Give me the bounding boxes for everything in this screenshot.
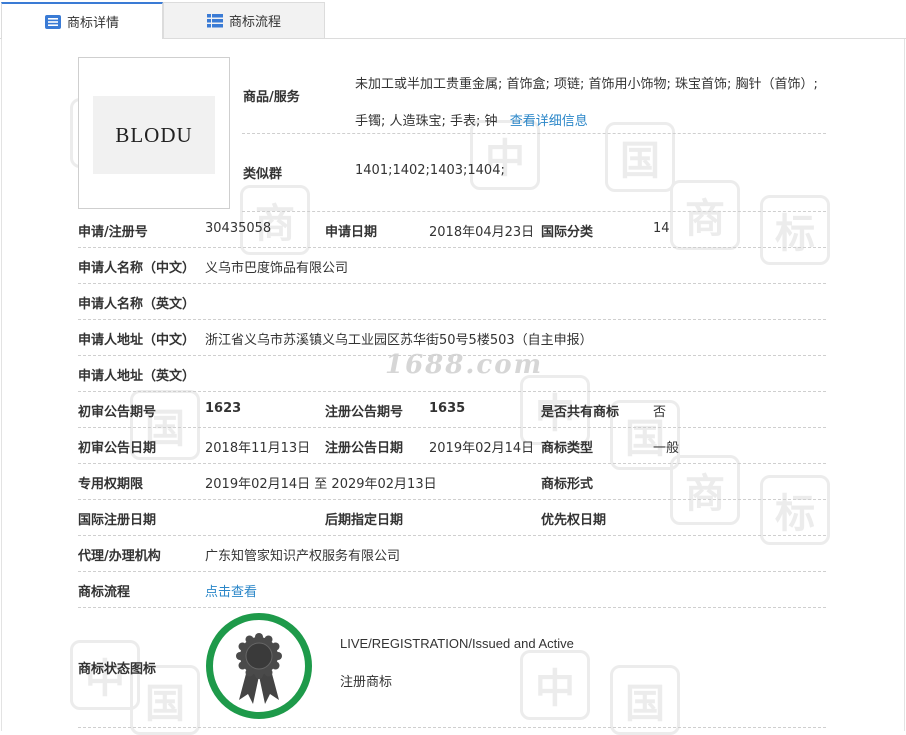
- apply-date-label: 申请日期: [325, 225, 378, 240]
- tab-label: 商标详情: [66, 16, 119, 31]
- process-view-link[interactable]: 点击查看: [205, 581, 257, 600]
- prelim-date-label: 初审公告日期: [78, 441, 157, 456]
- watermark-stamp: 商: [670, 455, 740, 525]
- goods-value: 未加工或半加工贵重金属; 首饰盒; 项链; 首饰用小饰物; 珠宝首饰; 胸针（首…: [355, 66, 825, 140]
- applicant-cn-label: 申请人名称（中文）: [78, 261, 196, 276]
- divider: [78, 319, 826, 320]
- prelim-date-value: 2018年11月13日: [205, 441, 311, 456]
- divider: [242, 133, 826, 134]
- watermark-stamp: 标: [760, 195, 830, 265]
- exclusive-value: 2019年02月14日 至 2029年02月13日: [205, 477, 437, 492]
- intl-class-value: 14: [653, 221, 670, 236]
- goods-label: 商品/服务: [243, 90, 300, 105]
- trademark-image: BLODU: [78, 57, 230, 209]
- divider: [78, 571, 826, 572]
- grid-list-icon: [206, 13, 223, 27]
- divider: [242, 211, 826, 212]
- apply-date-value: 2018年04月23日: [429, 225, 535, 240]
- process-label: 商标流程: [78, 585, 131, 600]
- divider: [78, 463, 826, 464]
- shared-label: 是否共有商标: [541, 405, 620, 420]
- reg-notice-date-label: 注册公告日期: [325, 441, 404, 456]
- list-icon: [44, 14, 61, 29]
- shared-value: 否: [653, 405, 667, 420]
- tab-trademark-process[interactable]: 商标流程: [163, 2, 325, 38]
- watermark-stamp: 商: [670, 180, 740, 250]
- agent-value: 广东知管家知识产权服务有限公司: [205, 549, 401, 564]
- divider: [78, 427, 826, 428]
- tab-trademark-detail[interactable]: 商标详情: [1, 2, 163, 39]
- divider: [78, 283, 826, 284]
- divider: [78, 391, 826, 392]
- watermark-stamp: 国: [610, 400, 680, 470]
- applicant-cn-value: 义乌市巴度饰品有限公司: [205, 261, 349, 276]
- similar-group-value: 1401;1402;1403;1404;: [355, 163, 505, 178]
- reg-no-label: 申请/注册号: [78, 225, 148, 240]
- agent-label: 代理/办理机构: [78, 549, 161, 564]
- tm-type-label: 商标类型: [541, 441, 594, 456]
- address-cn-label: 申请人地址（中文）: [78, 333, 196, 348]
- prelim-no-value: 1623: [205, 401, 242, 416]
- award-ribbon-icon: [236, 633, 282, 704]
- divider: [78, 727, 826, 728]
- status-seal: [206, 613, 312, 719]
- exclusive-label: 专用权期限: [78, 477, 144, 492]
- divider: [78, 607, 826, 608]
- similar-group-label: 类似群: [243, 167, 283, 182]
- address-cn-value: 浙江省义乌市苏溪镇义乌工业园区苏华街50号5楼503（自主申报）: [205, 333, 593, 348]
- divider: [78, 499, 826, 500]
- tab-label: 商标流程: [228, 15, 281, 30]
- status-icon-label: 商标状态图标: [78, 662, 157, 677]
- tm-type-value: 一般: [653, 441, 680, 456]
- late-designation-label: 后期指定日期: [325, 513, 404, 528]
- view-detail-link[interactable]: 查看详细信息: [510, 114, 588, 129]
- divider: [78, 355, 826, 356]
- divider: [78, 247, 826, 248]
- reg-no-value: 30435058: [205, 221, 272, 236]
- divider: [78, 535, 826, 536]
- reg-notice-no-label: 注册公告期号: [325, 405, 404, 420]
- trademark-image-inner: BLODU: [93, 96, 215, 174]
- applicant-en-label: 申请人名称（英文）: [78, 297, 196, 312]
- watermark-stamp: 国: [610, 665, 680, 735]
- reg-notice-date-value: 2019年02月14日: [429, 441, 535, 456]
- prelim-no-label: 初审公告期号: [78, 405, 157, 420]
- status-line-2: 注册商标: [340, 675, 393, 690]
- status-line-1: LIVE/REGISTRATION/Issued and Active: [340, 636, 574, 651]
- tm-form-label: 商标形式: [541, 477, 594, 492]
- tab-bar: 商标详情 商标流程: [0, 0, 906, 39]
- watermark-stamp: 商: [240, 185, 310, 255]
- reg-notice-no-value: 1635: [429, 401, 466, 416]
- intl-class-label: 国际分类: [541, 225, 594, 240]
- trademark-logo-text: BLODU: [115, 122, 193, 147]
- address-en-label: 申请人地址（英文）: [78, 369, 196, 384]
- intl-reg-date-label: 国际注册日期: [78, 513, 157, 528]
- priority-date-label: 优先权日期: [541, 513, 607, 528]
- watermark-stamp: 中: [520, 650, 590, 720]
